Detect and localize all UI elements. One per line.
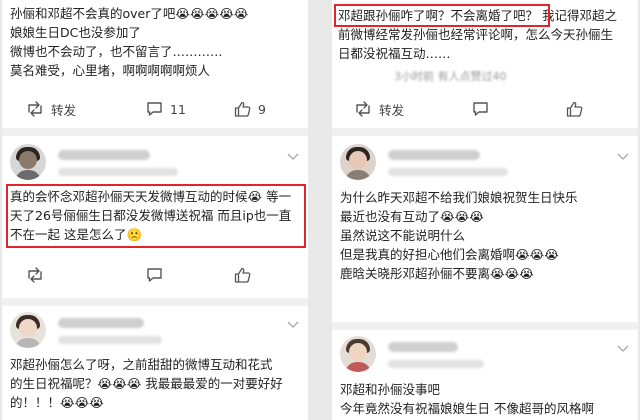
comment-count: 11 (170, 101, 186, 117)
post-card: 为什么昨天邓超不给我们娘娘祝贺生日快乐 最近也没有互动了😭😭😭 虽然说这不能说明… (332, 136, 638, 322)
post-text-line: 邓超和孙俪没事吧 (340, 382, 441, 397)
highlighted-text: 邓超跟孙俪咋了啊？不会离婚了吧？ (338, 8, 539, 23)
username-blurred (388, 150, 480, 160)
post-card: 邓超跟孙俪咋了啊？不会离婚了吧？ 我记得邓超之 前微博经常发孙俪也经常评论啊，怎… (332, 0, 638, 128)
post-text: 邓超孙俪怎么了呀，之前甜甜的微博互动和花式 的生日祝福呢？😭😭😭 我最最最爱的一… (10, 355, 283, 412)
like-button[interactable] (234, 260, 251, 290)
comment-button[interactable]: 11 (146, 94, 186, 124)
feed-separator (332, 128, 638, 136)
chevron-down-icon[interactable] (616, 344, 630, 354)
post-text-line: 的！！！😭😭😭 (10, 395, 104, 410)
post-text: 孙俪和邓超不会真的over了吧😭😭😭😭😭 娘娘生日DC也没参加了 微博也不会动了… (10, 4, 248, 80)
feed-separator (2, 298, 308, 306)
repost-label: 转发 (51, 102, 77, 118)
post-text: 为什么昨天邓超不给我们娘娘祝贺生日快乐 最近也没有互动了😭😭😭 虽然说这不能说明… (340, 188, 578, 283)
chevron-down-icon[interactable] (616, 152, 630, 162)
like-count: 9 (258, 101, 266, 117)
chevron-down-icon[interactable] (286, 320, 300, 330)
comment-icon (472, 101, 489, 117)
post-text-line: 微博也不会动了，也不留言了………… (10, 44, 223, 59)
post-card: 孙俪和邓超不会真的over了吧😭😭😭😭😭 娘娘生日DC也没参加了 微博也不会动了… (2, 0, 308, 128)
avatar[interactable] (340, 144, 376, 180)
post-action-bar: 转发 11 9 (2, 94, 308, 124)
post-text-line: 真的会怀念邓超孙俪天天发微博互动的时候😭 等一 (10, 189, 292, 204)
avatar[interactable] (10, 312, 46, 348)
feed-separator (332, 322, 638, 330)
avatar[interactable] (10, 144, 46, 180)
post-meta: 3小时前 有人点赞过40 (394, 70, 507, 83)
comment-button[interactable] (472, 94, 489, 124)
like-button[interactable] (566, 94, 583, 124)
repost-label: 转发 (379, 102, 405, 118)
repost-icon (26, 101, 44, 117)
repost-button[interactable]: 转发 (26, 94, 76, 124)
post-text-line: 不在一起 这是怎么了🙁 (10, 227, 143, 242)
post-text-rest: 我记得邓超之 (542, 8, 618, 23)
comment-icon (146, 267, 163, 283)
post-card: 真的会怀念邓超孙俪天天发微博互动的时候😭 等一 天了26号俪俪生日都没发微博送祝… (2, 136, 308, 298)
chevron-down-icon[interactable] (286, 152, 300, 162)
username-blurred (388, 342, 458, 352)
post-meta-blurred (58, 168, 178, 176)
post-text-line: 前微博经常发孙俪也经常评论啊，怎么今天孙俪生 (338, 27, 614, 42)
repost-button[interactable] (26, 260, 44, 290)
post-card: 邓超孙俪怎么了呀，之前甜甜的微博互动和花式 的生日祝福呢？😭😭😭 我最最最爱的一… (2, 306, 308, 420)
post-card: 邓超和孙俪没事吧 今年竟然没有祝福娘娘生日 不像超哥的风格啊 (332, 330, 638, 420)
username-blurred (58, 318, 144, 328)
repost-icon (26, 267, 44, 283)
repost-icon (354, 101, 372, 117)
post-text-line: 日都没祝福互动…… (338, 46, 451, 61)
post-text-line: 孙俪和邓超不会真的over了吧😭😭😭😭😭 (10, 6, 249, 21)
post-text-line: 莫名难受，心里堵，啊啊啊啊啊烦人 (10, 63, 211, 78)
post-action-bar: 转发 (332, 94, 638, 124)
avatar[interactable] (340, 336, 376, 372)
post-text: 真的会怀念邓超孙俪天天发微博互动的时候😭 等一 天了26号俪俪生日都没发微博送祝… (10, 187, 291, 244)
post-text-line: 今年竟然没有祝福娘娘生日 不像超哥的风格啊 (340, 401, 594, 416)
post-meta-blurred (388, 168, 508, 176)
post-text: 邓超跟孙俪咋了啊？不会离婚了吧？ 我记得邓超之 前微博经常发孙俪也经常评论啊，怎… (338, 6, 617, 63)
post-text-line: 娘娘生日DC也没参加了 (10, 25, 141, 40)
comment-button[interactable] (146, 260, 163, 290)
thumbs-up-icon (234, 101, 251, 117)
post-text: 邓超和孙俪没事吧 今年竟然没有祝福娘娘生日 不像超哥的风格啊 (340, 380, 594, 418)
right-feed-column: 邓超跟孙俪咋了啊？不会离婚了吧？ 我记得邓超之 前微博经常发孙俪也经常评论啊，怎… (332, 0, 638, 420)
post-meta-blurred (388, 360, 484, 368)
post-text-line: 鹿晗关晓彤邓超孙俪不要离😭😭😭 (340, 266, 534, 281)
post-action-bar (2, 260, 308, 290)
thumbs-up-icon (566, 101, 583, 117)
post-text-line: 但是我真的好担心他们会离婚啊😭😭😭 (340, 247, 559, 262)
post-text-line: 最近也没有互动了😭😭😭 (340, 209, 484, 224)
feed-separator (2, 128, 308, 136)
post-text-line: 天了26号俪俪生日都没发微博送祝福 而且ip也一直 (10, 208, 292, 223)
like-button[interactable]: 9 (234, 94, 266, 124)
post-meta-blurred (58, 336, 162, 344)
thumbs-up-icon (234, 267, 251, 283)
comment-icon (146, 101, 163, 117)
post-text-line: 的生日祝福呢？😭😭😭 我最最最爱的一对要好好 (10, 376, 283, 391)
post-text-line: 邓超跟孙俪咋了啊？不会离婚了吧？ 我记得邓超之 (338, 6, 617, 25)
post-text-line: 邓超孙俪怎么了呀，之前甜甜的微博互动和花式 (10, 357, 273, 372)
post-text-line: 为什么昨天邓超不给我们娘娘祝贺生日快乐 (340, 190, 578, 205)
username-blurred (58, 150, 150, 160)
post-text-line: 虽然说这不能说明什么 (340, 228, 466, 243)
repost-button[interactable]: 转发 (354, 94, 404, 124)
left-feed-column: 孙俪和邓超不会真的over了吧😭😭😭😭😭 娘娘生日DC也没参加了 微博也不会动了… (2, 0, 308, 420)
